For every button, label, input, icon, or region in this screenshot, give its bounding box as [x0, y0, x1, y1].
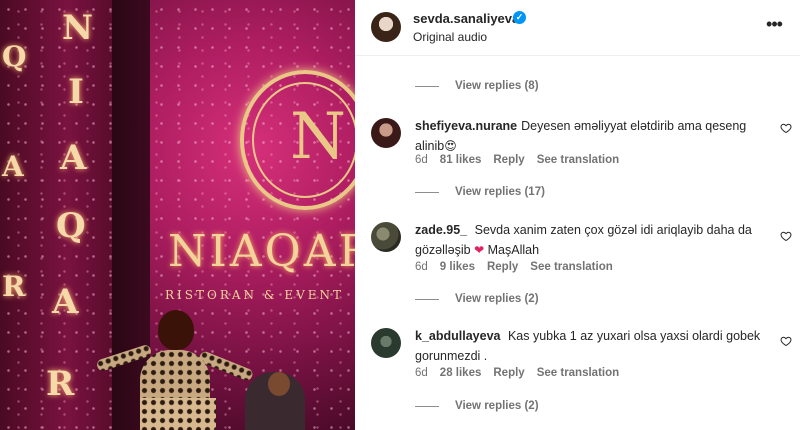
view-replies-label: View replies (2)	[455, 400, 539, 412]
comment-age: 6d	[415, 154, 428, 166]
view-replies-button[interactable]: View replies (8)	[415, 80, 539, 92]
sign-letter: I	[68, 72, 84, 112]
comment-author[interactable]: zade.95_	[415, 223, 467, 237]
heart-eyes-emoji: 😍	[444, 139, 457, 153]
view-replies-button[interactable]: View replies (2)	[415, 400, 539, 412]
view-replies-label: View replies (8)	[455, 80, 539, 92]
comment-text: zade.95_ Sevda xanim zaten çox gözəl idi…	[415, 220, 770, 260]
audio-link[interactable]: Original audio	[413, 30, 487, 44]
view-replies-label: View replies (17)	[455, 186, 545, 198]
comment-meta: 6d 9 likes Reply See translation	[415, 261, 613, 273]
post-header: sevda.sanaliyeva ✓ Original audio •••	[355, 0, 800, 56]
view-replies-label: View replies (2)	[455, 293, 539, 305]
red-heart-emoji: ❤	[474, 243, 485, 257]
drummer-head	[268, 372, 290, 396]
reply-divider	[415, 191, 439, 193]
comments-panel: sevda.sanaliyeva ✓ Original audio ••• Vi…	[355, 0, 800, 430]
like-heart-icon[interactable]	[780, 230, 792, 242]
commenter-avatar[interactable]	[371, 222, 401, 252]
comment-text: k_abdullayeva Kas yubka 1 az yuxari olsa…	[415, 326, 770, 366]
reply-button[interactable]: Reply	[487, 261, 518, 273]
commenter-avatar[interactable]	[371, 118, 401, 148]
reply-button[interactable]: Reply	[493, 154, 524, 166]
see-translation-button[interactable]: See translation	[537, 367, 619, 379]
comment-age: 6d	[415, 367, 428, 379]
performer-skirt	[140, 398, 216, 430]
verified-badge-icon: ✓	[513, 11, 526, 24]
reply-button[interactable]: Reply	[493, 367, 524, 379]
sign-letter: A	[52, 282, 79, 322]
performer-head	[158, 310, 194, 350]
comment-author[interactable]: k_abdullayeva	[415, 329, 500, 343]
reel-video[interactable]: N I A Q A R Q A R N NIAQAR RISTORAN & EV…	[0, 0, 355, 430]
reply-divider	[415, 298, 439, 300]
comment-age: 6d	[415, 261, 428, 273]
comment-meta: 6d 81 likes Reply See translation	[415, 154, 619, 166]
reply-divider	[415, 85, 439, 87]
sign-letter: Q	[56, 206, 86, 246]
sign-letter: Q	[2, 40, 27, 73]
comment-author[interactable]: shefiyeva.nurane	[415, 119, 517, 133]
more-options-icon[interactable]: •••	[762, 14, 786, 38]
view-replies-button[interactable]: View replies (17)	[415, 186, 545, 198]
sign-letter: A	[2, 150, 24, 183]
comment-text: shefiyeva.nurane Deyesen əməliyyat elətdi…	[415, 116, 770, 156]
author-avatar[interactable]	[371, 12, 401, 42]
sign-letter: A	[60, 138, 87, 178]
author-username[interactable]: sevda.sanaliyeva	[413, 11, 519, 26]
sign-letter: R	[2, 270, 26, 303]
comment-likes[interactable]: 9 likes	[440, 261, 475, 273]
see-translation-button[interactable]: See translation	[537, 154, 619, 166]
brand-sign: NIAQAR	[168, 226, 355, 277]
see-translation-button[interactable]: See translation	[530, 261, 612, 273]
commenter-avatar[interactable]	[371, 328, 401, 358]
sign-letter: N	[62, 8, 94, 48]
like-heart-icon[interactable]	[780, 122, 792, 134]
comment-likes[interactable]: 28 likes	[440, 367, 482, 379]
brand-subtitle: RISTORAN & EVENT	[165, 288, 345, 302]
sign-letter: R	[46, 364, 75, 404]
comment-body-tail: MaşAllah	[487, 243, 540, 257]
comment-likes[interactable]: 81 likes	[440, 154, 482, 166]
like-heart-icon[interactable]	[780, 335, 792, 347]
comment-meta: 6d 28 likes Reply See translation	[415, 367, 619, 379]
view-replies-button[interactable]: View replies (2)	[415, 293, 539, 305]
logo-monogram: N	[290, 100, 346, 174]
reply-divider	[415, 405, 439, 407]
